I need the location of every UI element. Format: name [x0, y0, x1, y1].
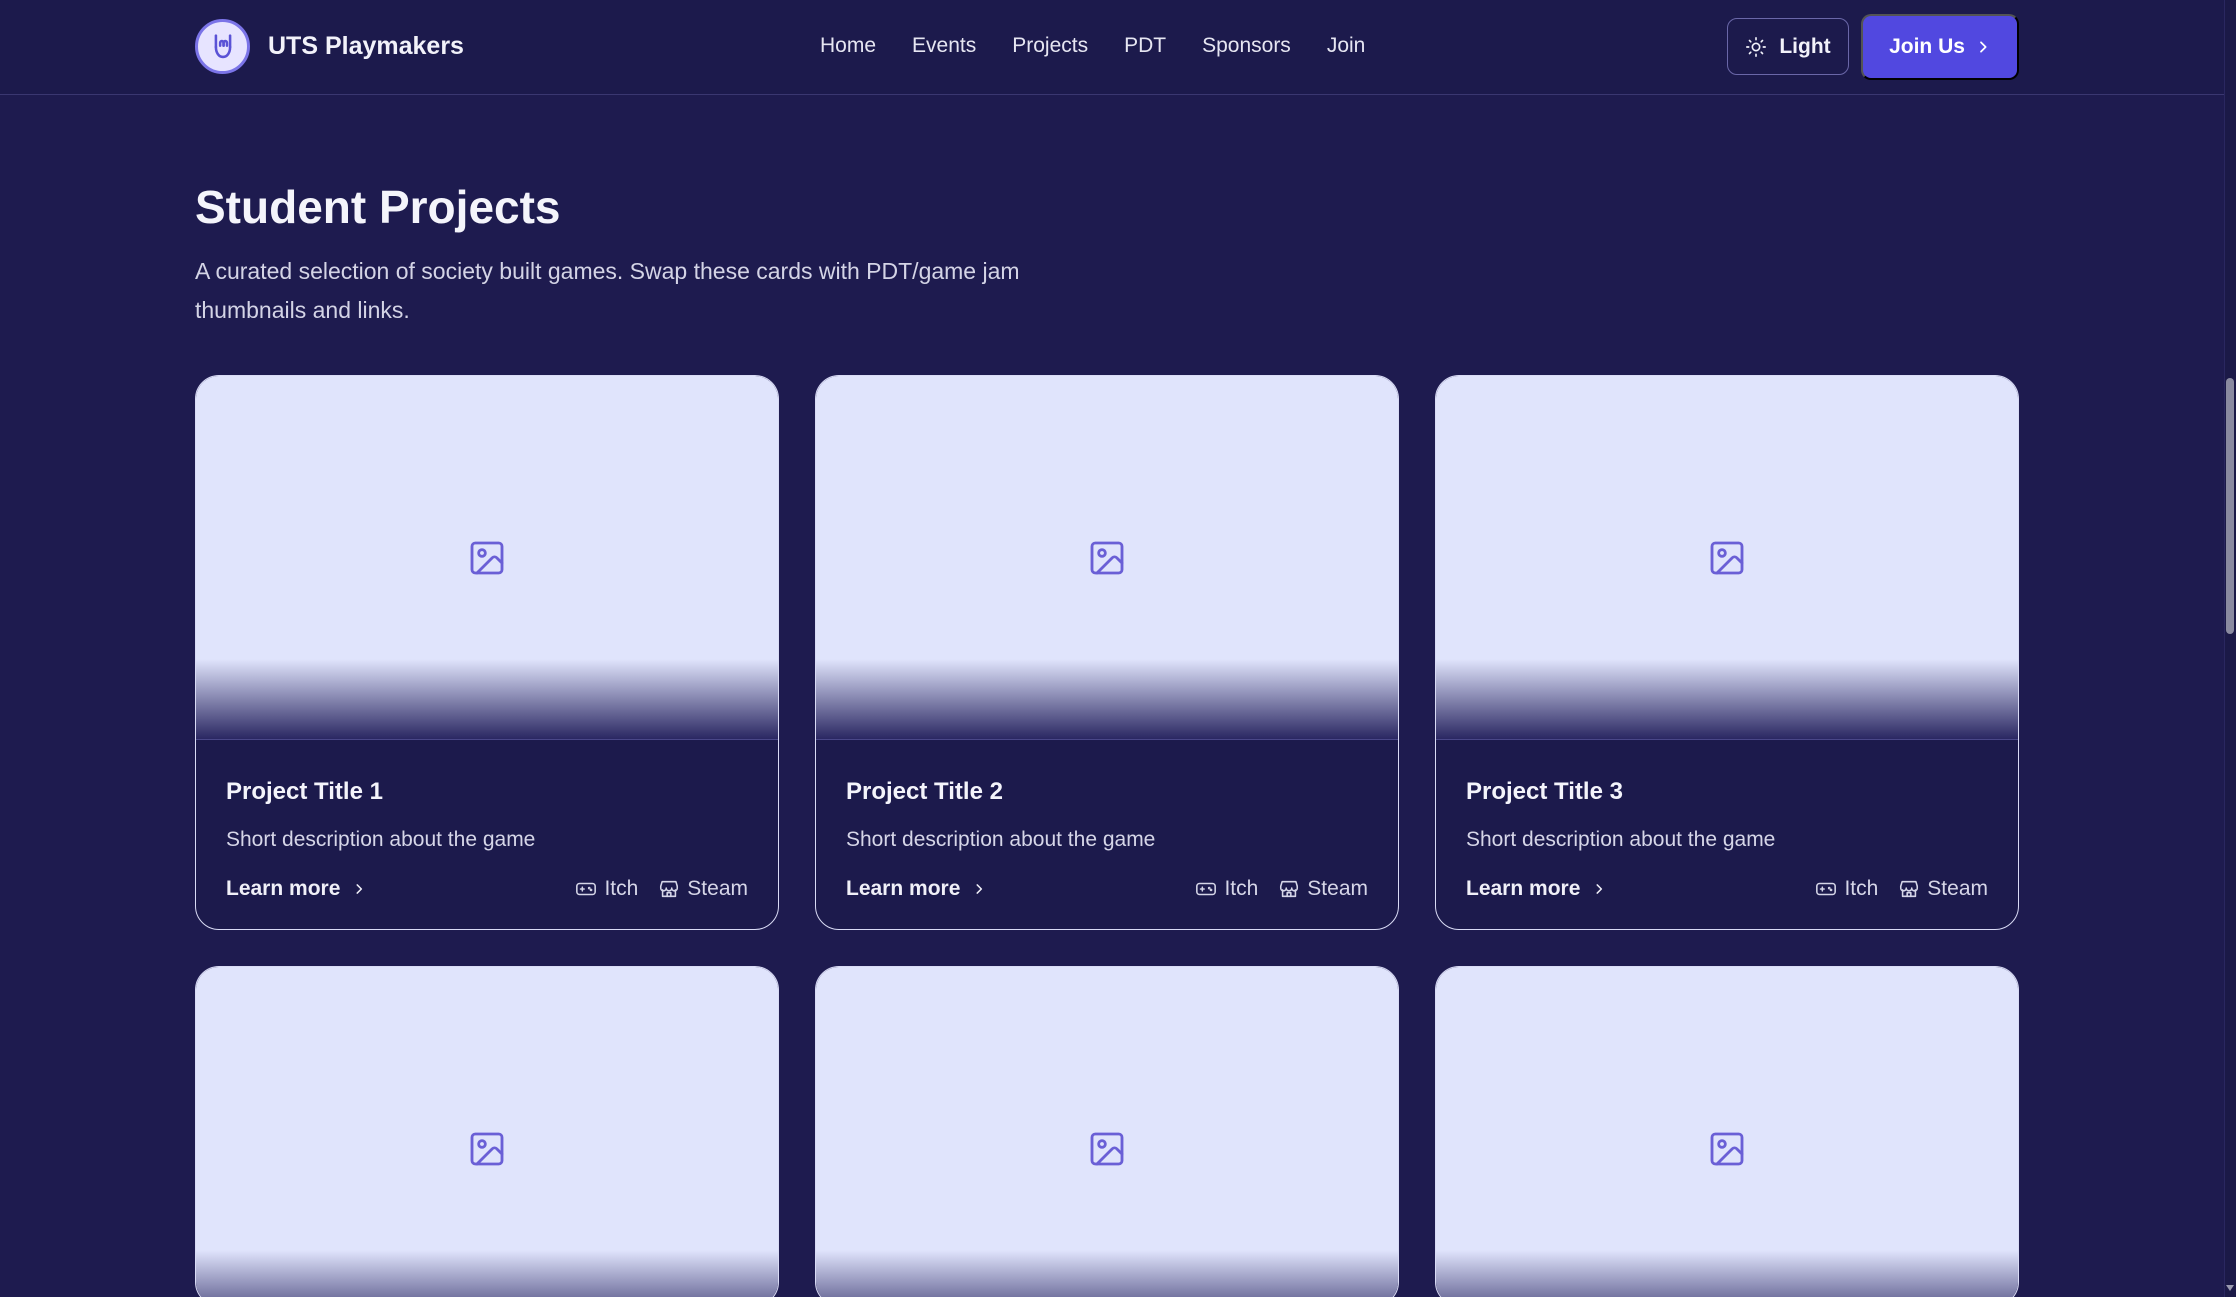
steam-label: Steam — [1307, 877, 1368, 900]
project-card[interactable]: Project Title 1 Short description about … — [195, 375, 779, 930]
gamepad-icon — [1196, 882, 1217, 896]
steam-link[interactable]: Steam — [1278, 877, 1368, 901]
itch-link[interactable]: Itch — [1195, 877, 1258, 901]
sun-icon — [1746, 36, 1767, 57]
scroll-down-arrow-icon[interactable] — [2226, 1285, 2234, 1291]
itch-label: Itch — [604, 877, 639, 900]
theme-toggle-button[interactable]: Light — [1727, 18, 1849, 75]
scrollbar-thumb[interactable] — [2226, 378, 2234, 634]
steam-label: Steam — [1927, 877, 1988, 900]
nav-link-join[interactable]: Join — [1327, 34, 1366, 58]
learn-more-label: Learn more — [226, 877, 341, 900]
project-card[interactable] — [1435, 966, 2019, 1297]
learn-more-label: Learn more — [846, 877, 961, 900]
image-placeholder-icon — [1090, 541, 1124, 574]
steam-link[interactable]: Steam — [1898, 877, 1988, 901]
project-card[interactable] — [195, 966, 779, 1297]
project-thumbnail — [1436, 967, 2018, 1297]
project-description: Short description about the game — [1466, 828, 1776, 851]
project-thumbnail — [816, 967, 1398, 1297]
chevron-right-icon — [356, 884, 363, 894]
project-thumbnail — [196, 376, 778, 740]
image-placeholder-icon — [470, 1132, 504, 1165]
image-placeholder-icon — [1710, 541, 1744, 574]
project-title: Project Title 3 — [1466, 778, 1623, 805]
project-description: Short description about the game — [846, 828, 1156, 851]
store-icon — [1280, 880, 1299, 898]
nav-link-projects[interactable]: Projects — [1012, 34, 1088, 58]
image-placeholder-icon — [470, 541, 504, 574]
page-title: Student Projects — [195, 181, 561, 233]
gamepad-icon — [576, 882, 597, 896]
project-thumbnail — [196, 967, 778, 1297]
store-icon — [660, 880, 679, 898]
chevron-right-icon — [1980, 41, 1987, 53]
project-card[interactable]: Project Title 3 Short description about … — [1435, 375, 2019, 930]
project-thumbnail — [1436, 376, 2018, 740]
chevron-right-icon — [976, 884, 983, 894]
image-placeholder-icon — [1710, 1132, 1744, 1165]
learn-more-link[interactable]: Learn more — [1466, 877, 1606, 901]
nav-link-events[interactable]: Events — [912, 34, 976, 58]
steam-label: Steam — [687, 877, 748, 900]
nav-link-sponsors[interactable]: Sponsors — [1202, 34, 1291, 58]
top-navbar: UTS Playmakers Home Events Projects PDT … — [0, 0, 2224, 95]
gamepad-icon — [1816, 882, 1837, 896]
project-card[interactable] — [815, 966, 1399, 1297]
nav-link-home[interactable]: Home — [820, 34, 876, 58]
project-description: Short description about the game — [226, 828, 536, 851]
itch-link[interactable]: Itch — [1815, 877, 1878, 901]
brand[interactable]: UTS Playmakers — [195, 19, 464, 74]
learn-more-label: Learn more — [1466, 877, 1581, 900]
project-thumbnail — [816, 376, 1398, 740]
steam-link[interactable]: Steam — [658, 877, 748, 901]
page-scrollbar[interactable] — [2224, 0, 2236, 1297]
nav-link-pdt[interactable]: PDT — [1124, 34, 1166, 58]
itch-label: Itch — [1224, 877, 1259, 900]
theme-toggle-label: Light — [1779, 34, 1831, 58]
learn-more-link[interactable]: Learn more — [226, 877, 366, 901]
project-title: Project Title 1 — [226, 778, 383, 805]
project-card[interactable]: Project Title 2 Short description about … — [815, 375, 1399, 930]
itch-link[interactable]: Itch — [575, 877, 638, 901]
project-title: Project Title 2 — [846, 778, 1003, 805]
join-us-label: Join Us — [1889, 35, 1965, 58]
rock-hand-icon — [195, 19, 250, 74]
join-us-button[interactable]: Join Us — [1861, 14, 2019, 80]
chevron-right-icon — [1596, 884, 1603, 894]
main-nav: Home Events Projects PDT Sponsors Join — [820, 34, 1401, 58]
learn-more-link[interactable]: Learn more — [846, 877, 986, 901]
store-icon — [1900, 880, 1919, 898]
image-placeholder-icon — [1090, 1132, 1124, 1165]
itch-label: Itch — [1844, 877, 1879, 900]
brand-name: UTS Playmakers — [268, 32, 464, 60]
page-subtitle: A curated selection of society built gam… — [195, 258, 1020, 323]
